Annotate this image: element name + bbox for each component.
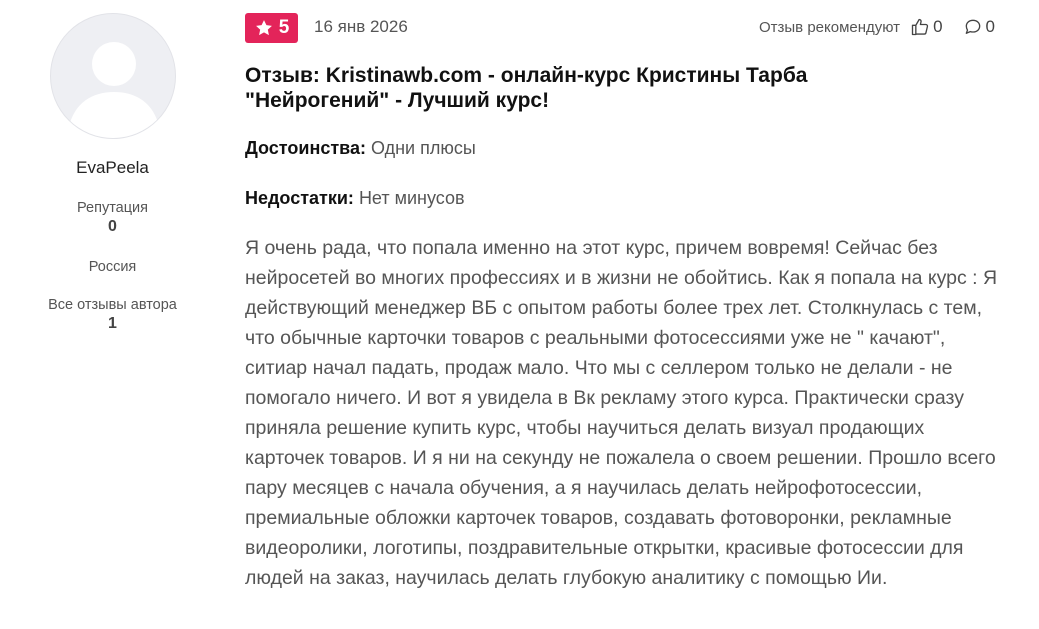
cons-value: Нет минусов bbox=[358, 188, 465, 208]
pros-value: Одни плюсы bbox=[371, 138, 476, 158]
comments-button[interactable]: 0 bbox=[963, 17, 995, 37]
thumb-up-icon bbox=[911, 18, 929, 36]
all-reviews-link[interactable]: Все отзывы автора bbox=[0, 297, 225, 313]
user-silhouette-icon bbox=[67, 42, 161, 138]
all-reviews-count: 1 bbox=[108, 315, 117, 332]
pros-label: Достоинства: bbox=[245, 138, 366, 158]
like-button[interactable]: 0 bbox=[910, 17, 943, 37]
author-name[interactable]: EvaPeela bbox=[0, 158, 225, 178]
star-icon bbox=[255, 20, 272, 36]
cons-row: Недостатки: Нет минусов bbox=[245, 188, 465, 209]
rating-value: 5 bbox=[278, 17, 290, 38]
rating-badge: 5 bbox=[245, 13, 298, 43]
reputation-label: Репутация bbox=[77, 200, 148, 216]
like-count: 0 bbox=[933, 17, 943, 36]
comment-bubble-icon bbox=[965, 19, 980, 34]
review-text: Я очень рада, что попала именно на этот … bbox=[245, 237, 998, 589]
reputation-value: 0 bbox=[108, 218, 117, 235]
avatar[interactable] bbox=[50, 13, 176, 139]
comment-count: 0 bbox=[985, 17, 995, 36]
cons-label: Недостатки: bbox=[245, 188, 354, 208]
pros-row: Достоинства: Одни плюсы bbox=[245, 138, 476, 159]
author-country: Россия bbox=[88, 259, 137, 275]
recommend-label: Отзыв рекомендуют bbox=[758, 18, 901, 36]
recommend-bar: Отзыв рекомендуют 0 0 bbox=[759, 17, 995, 37]
review-date: 16 янв 2026 bbox=[314, 17, 408, 36]
review-title: Отзыв: Kristinawb.com - онлайн-курс Крис… bbox=[245, 64, 808, 112]
